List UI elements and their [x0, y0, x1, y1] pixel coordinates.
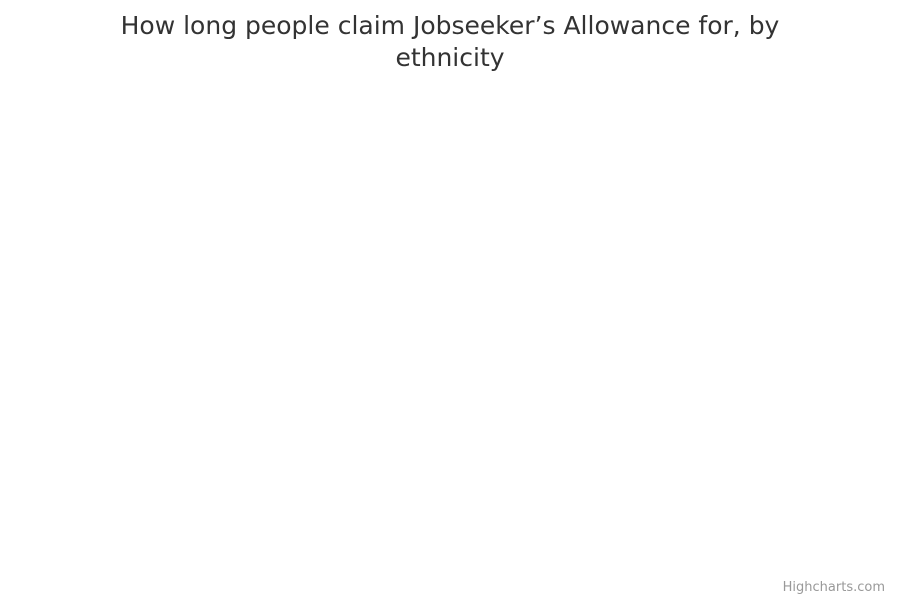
highcharts-credits-link[interactable]: Highcharts.com	[783, 580, 885, 595]
chart-container: How long people claim Jobseeker’s Allowa…	[0, 0, 900, 600]
plot-area	[10, 90, 890, 560]
chart-title: How long people claim Jobseeker’s Allowa…	[120, 11, 780, 72]
plot-svg	[10, 90, 890, 560]
